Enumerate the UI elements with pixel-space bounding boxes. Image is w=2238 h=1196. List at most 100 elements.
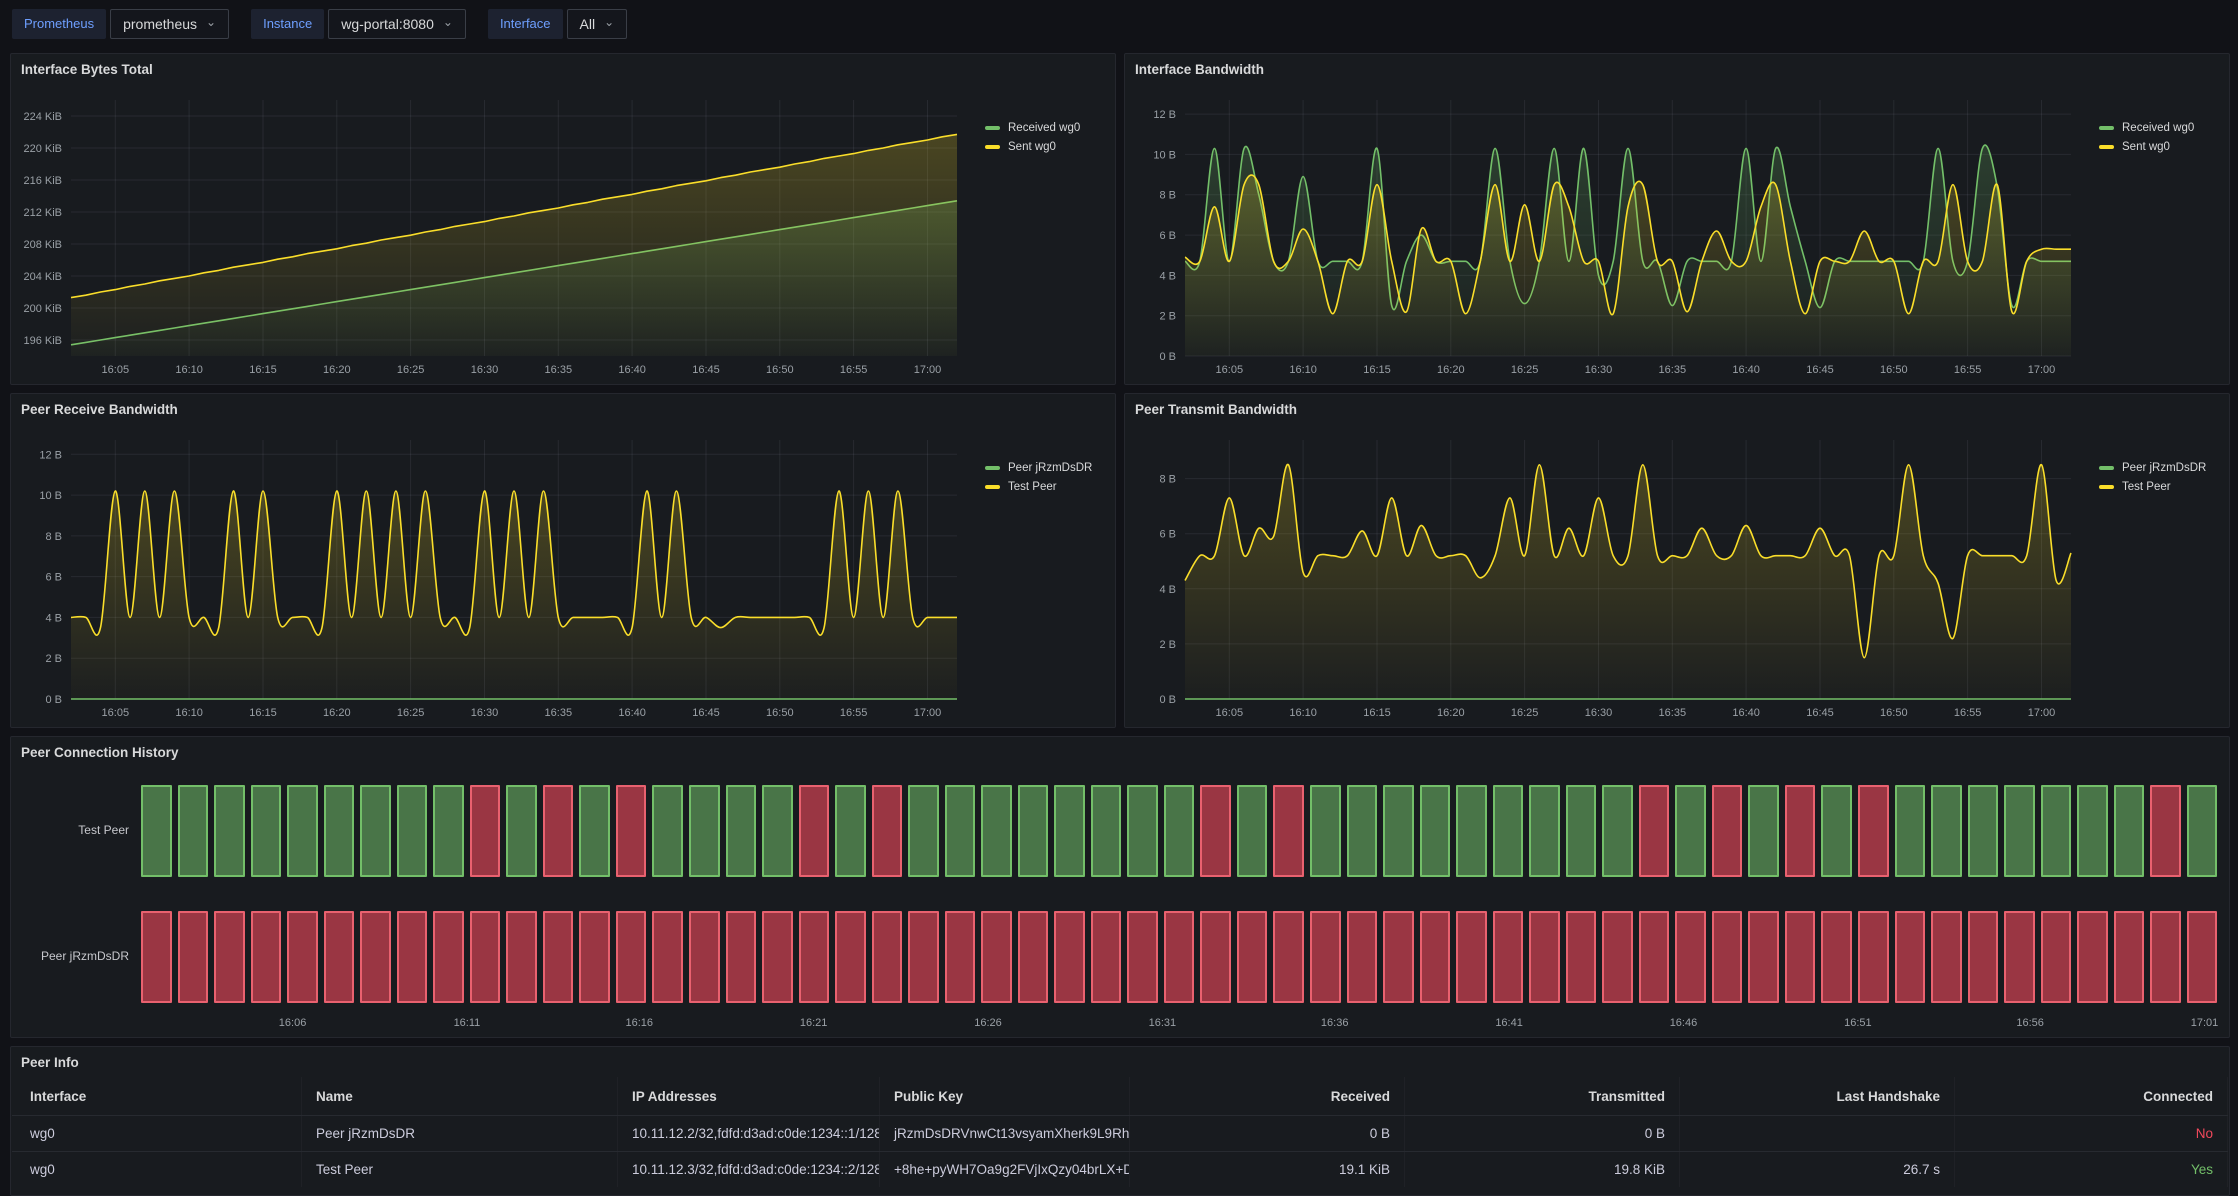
state-bar-connected <box>1566 785 1597 877</box>
timeline-row-label: Test Peer <box>19 823 129 837</box>
state-bar-disconnected <box>1821 911 1852 1003</box>
state-bar-disconnected <box>1858 785 1889 877</box>
state-bar-disconnected <box>470 785 501 877</box>
state-bar-disconnected <box>1785 911 1816 1003</box>
state-bar-disconnected <box>1858 911 1889 1003</box>
state-bar-disconnected <box>1712 785 1743 877</box>
variable-value: wg-portal:8080 <box>341 16 434 32</box>
variable-dropdown-prometheus[interactable]: prometheus ⌄ <box>110 9 229 39</box>
chart-svg: 8 B6 B4 B2 B0 B16:0516:1016:1516:2016:25… <box>1131 424 2223 723</box>
table-cell: wg0 <box>12 1152 302 1187</box>
legend-item[interactable]: Test Peer <box>2099 481 2206 493</box>
x-tick-label: 16:15 <box>249 364 277 376</box>
legend-series-name: Peer jRzmDsDR <box>2122 462 2206 474</box>
table-cell: Peer jRzmDsDR <box>302 1116 618 1151</box>
panel-title[interactable]: Interface Bytes Total <box>21 62 153 77</box>
x-tick-label: 17:00 <box>914 707 942 719</box>
y-tick-label: 6 B <box>1159 529 1176 541</box>
time-series-chart[interactable]: 8 B6 B4 B2 B0 B16:0516:1016:1516:2016:25… <box>1131 424 2223 723</box>
state-bar-connected <box>835 785 866 877</box>
legend-item[interactable]: Received wg0 <box>985 122 1080 134</box>
x-tick-label: 16:20 <box>1437 364 1465 376</box>
state-bar-disconnected <box>1785 785 1816 877</box>
x-tick-label: 16:40 <box>1732 364 1760 376</box>
time-series-chart[interactable]: 12 B10 B8 B6 B4 B2 B0 B16:0516:1016:1516… <box>1131 84 2223 380</box>
state-bar-disconnected <box>652 911 683 1003</box>
panel-title[interactable]: Interface Bandwidth <box>1135 62 1264 77</box>
state-bar-connected <box>652 785 683 877</box>
panel-title[interactable]: Peer Receive Bandwidth <box>21 402 178 417</box>
table-cell: 26.7 s <box>1680 1152 1955 1187</box>
state-bar-disconnected <box>689 911 720 1003</box>
state-bar-connected <box>2187 785 2218 877</box>
state-bar-connected <box>1493 785 1524 877</box>
table-header-ip-addresses[interactable]: IP Addresses <box>618 1077 880 1115</box>
table-cell: Test Peer <box>302 1152 618 1187</box>
x-tick-label: 16:10 <box>175 707 203 719</box>
table-header-connected[interactable]: Connected <box>1955 1077 2228 1115</box>
table-header-transmitted[interactable]: Transmitted <box>1405 1077 1680 1115</box>
state-bar-connected <box>360 785 391 877</box>
legend-series-name: Received wg0 <box>2122 122 2194 134</box>
table-header-received[interactable]: Received <box>1130 1077 1405 1115</box>
x-tick-label: 16:30 <box>1585 707 1613 719</box>
legend-item[interactable]: Received wg0 <box>2099 122 2194 134</box>
x-tick-label: 16:40 <box>618 707 646 719</box>
y-tick-label: 2 B <box>1159 311 1176 323</box>
table-header-public-key[interactable]: Public Key <box>880 1077 1130 1115</box>
state-bar-connected <box>1456 785 1487 877</box>
legend-swatch-icon <box>985 466 1000 470</box>
legend-item[interactable]: Peer jRzmDsDR <box>2099 462 2206 474</box>
state-bar-disconnected <box>1127 911 1158 1003</box>
state-bar-disconnected <box>1018 911 1049 1003</box>
table-header-interface[interactable]: Interface <box>12 1077 302 1115</box>
panel-title[interactable]: Peer Info <box>21 1055 79 1070</box>
state-bar-connected <box>1420 785 1451 877</box>
variable-dropdown-instance[interactable]: wg-portal:8080 ⌄ <box>328 9 466 39</box>
chart-legend: Received wg0 Sent wg0 <box>985 122 1080 153</box>
state-bar-connected <box>981 785 1012 877</box>
state-bar-disconnected <box>1639 911 1670 1003</box>
state-bar-connected <box>1054 785 1085 877</box>
legend-item[interactable]: Sent wg0 <box>985 141 1080 153</box>
x-tick-label: 17:00 <box>2028 364 2056 376</box>
legend-item[interactable]: Peer jRzmDsDR <box>985 462 1092 474</box>
state-bar-disconnected <box>543 785 574 877</box>
legend-swatch-icon <box>985 145 1000 149</box>
x-tick-label: 16:10 <box>1289 707 1317 719</box>
x-tick-label: 16:25 <box>1511 364 1539 376</box>
x-tick-label: 16:15 <box>249 707 277 719</box>
panel-title[interactable]: Peer Transmit Bandwidth <box>1135 402 1297 417</box>
panel-interface-bytes-total: Interface Bytes Total 224 KiB220 KiB216 … <box>10 53 1116 385</box>
table-header-name[interactable]: Name <box>302 1077 618 1115</box>
x-tick-label: 16:35 <box>545 707 573 719</box>
y-tick-label: 4 B <box>1159 270 1176 282</box>
legend-item[interactable]: Sent wg0 <box>2099 141 2194 153</box>
x-tick-label: 16:30 <box>1585 364 1613 376</box>
table-body: wg0Peer jRzmDsDR10.11.12.2/32,fdfd:d3ad:… <box>12 1115 2228 1187</box>
table-cell: 0 B <box>1130 1116 1405 1151</box>
time-series-chart[interactable]: 224 KiB220 KiB216 KiB212 KiB208 KiB204 K… <box>17 84 1109 380</box>
state-bar-disconnected <box>835 911 866 1003</box>
state-bar-disconnected <box>141 911 172 1003</box>
state-bar-connected <box>287 785 318 877</box>
state-bar-disconnected <box>1200 785 1231 877</box>
table-header-last-handshake[interactable]: Last Handshake <box>1680 1077 1955 1115</box>
legend-series-name: Sent wg0 <box>2122 141 2170 153</box>
state-bar-disconnected <box>2004 911 2035 1003</box>
time-series-chart[interactable]: 12 B10 B8 B6 B4 B2 B0 B16:0516:1016:1516… <box>17 424 1109 723</box>
legend-swatch-icon <box>2099 145 2114 149</box>
state-bar-connected <box>1675 785 1706 877</box>
x-tick-label: 16:45 <box>692 707 720 719</box>
panel-title[interactable]: Peer Connection History <box>21 745 179 760</box>
state-bar-connected <box>1164 785 1195 877</box>
x-tick-label: 17:01 <box>2191 1017 2219 1029</box>
x-tick-label: 16:11 <box>454 1017 481 1029</box>
variable-dropdown-interface[interactable]: All ⌄ <box>567 9 628 39</box>
state-bar-connected <box>579 785 610 877</box>
state-bar-disconnected <box>726 911 757 1003</box>
state-bar-connected <box>214 785 245 877</box>
x-tick-label: 16:06 <box>279 1017 307 1029</box>
state-timeline-chart[interactable]: Test PeerPeer jRzmDsDR16:0616:1116:1616:… <box>19 767 2221 1033</box>
legend-item[interactable]: Test Peer <box>985 481 1092 493</box>
